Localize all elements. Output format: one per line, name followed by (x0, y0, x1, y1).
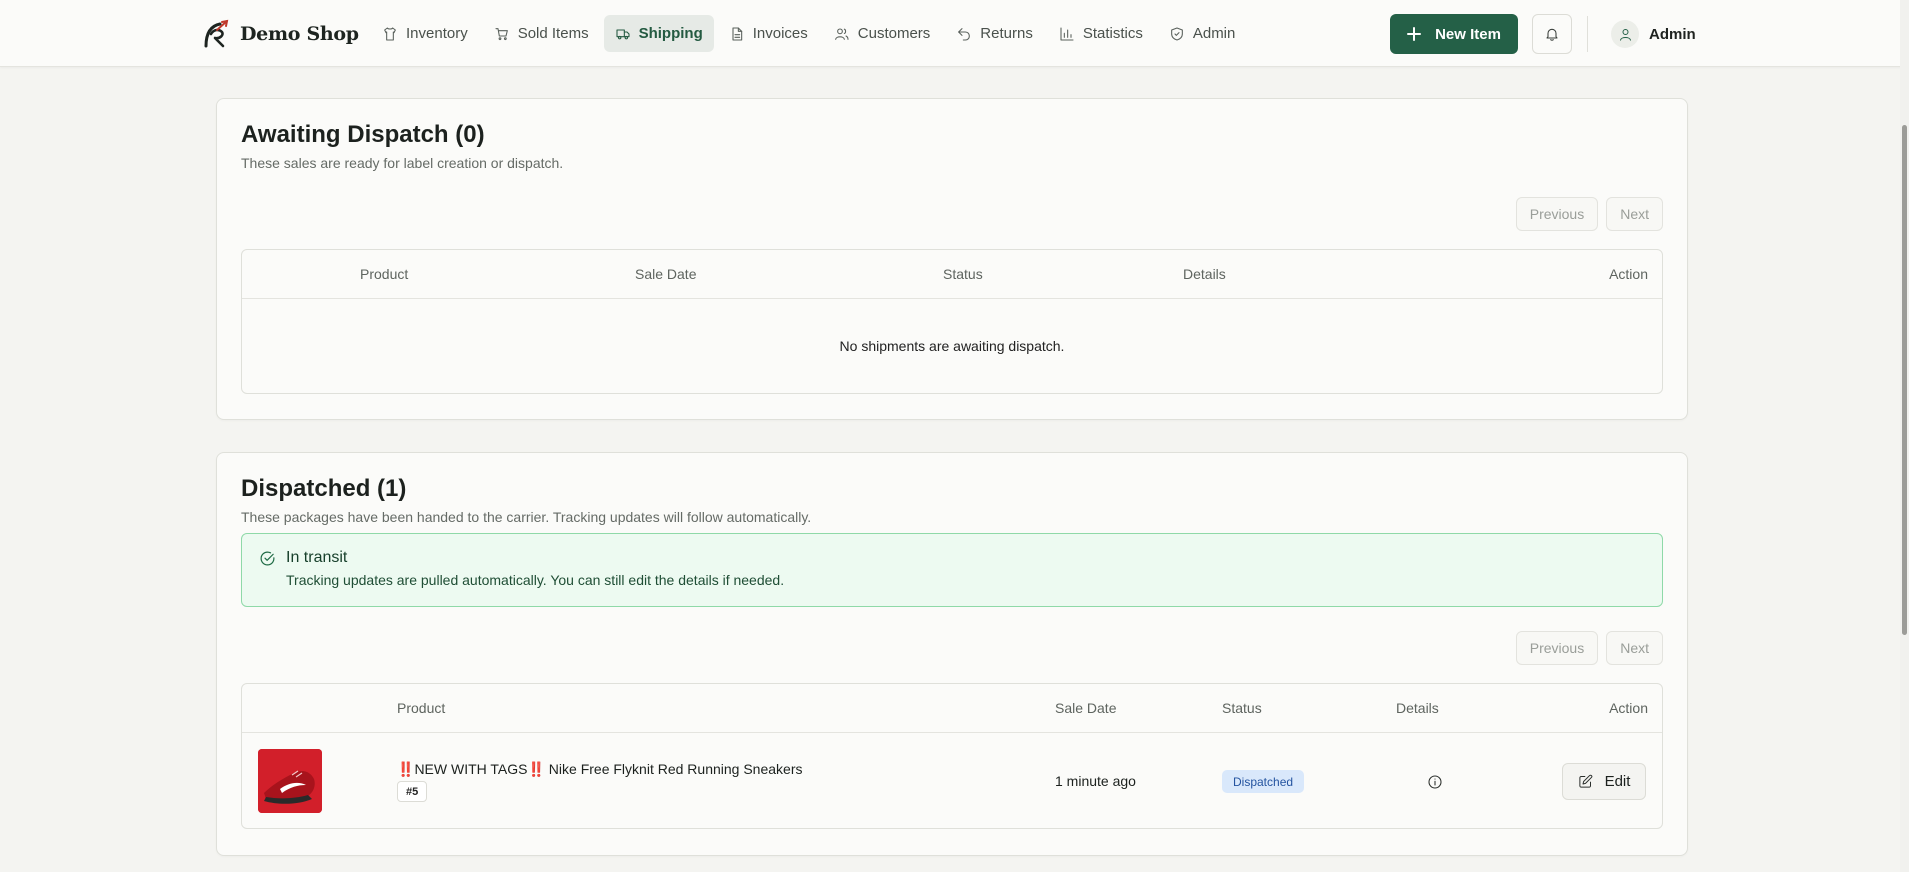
check-circle-icon (259, 550, 276, 567)
product-title-rest: Nike Free Flyknit Red Running Sneakers (544, 761, 803, 777)
next-page-button[interactable]: Next (1606, 631, 1663, 665)
avatar (1611, 20, 1639, 48)
column-header-details: Details (1183, 266, 1226, 282)
awaiting-dispatch-title: Awaiting Dispatch (0) (241, 121, 485, 148)
awaiting-dispatch-card: Awaiting Dispatch (0) These sales are re… (216, 98, 1688, 420)
column-header-sale-date: Sale Date (1055, 700, 1117, 716)
logo-icon (204, 19, 229, 48)
sale-date: 1 minute ago (1055, 773, 1136, 789)
brand[interactable]: Demo Shop (200, 18, 359, 50)
awaiting-pagination: Previous Next (1515, 197, 1663, 231)
nav-item-label: Sold Items (517, 25, 589, 42)
nav-item-label: Invoices (752, 25, 808, 42)
nav-item-label: Inventory (406, 25, 468, 42)
new-item-label: New Item (1435, 25, 1501, 43)
user-name: Admin (1649, 25, 1696, 43)
previous-page-button[interactable]: Previous (1515, 197, 1599, 231)
alert-title: In transit (286, 549, 348, 566)
empty-state-message: No shipments are awaiting dispatch. (839, 338, 1065, 354)
status-badge: Dispatched (1222, 770, 1305, 793)
scrollbar-thumb[interactable] (1902, 125, 1907, 635)
nav-item-label: Customers (857, 25, 931, 42)
nav-item-label: Admin (1192, 25, 1236, 42)
undo-icon (958, 27, 971, 41)
product-title[interactable]: ‼️NEW WITH TAGS‼️ Nike Free Flyknit Red … (397, 761, 802, 778)
table-header: Product Sale Date Status Details Action (242, 684, 1662, 733)
dispatched-title: Dispatched (1) (241, 475, 407, 502)
edit-label: Edit (1604, 773, 1631, 790)
info-icon[interactable] (1427, 774, 1443, 790)
product-thumbnail[interactable] (258, 749, 322, 813)
bell-icon (1546, 28, 1558, 41)
table-header: Product Sale Date Status Details Action (242, 250, 1662, 299)
column-header-details: Details (1396, 700, 1439, 716)
column-header-action: Action (1609, 266, 1648, 282)
dispatched-pagination: Previous Next (1515, 631, 1663, 665)
dispatched-subtitle: These packages have been handed to the c… (241, 509, 812, 525)
nav-item-admin[interactable]: Admin (1158, 15, 1247, 52)
truck-icon (616, 28, 630, 39)
table-row[interactable]: ‼️NEW WITH TAGS‼️ Nike Free Flyknit Red … (242, 733, 1662, 813)
shirt-icon (384, 26, 396, 41)
bar-chart-icon (1060, 26, 1074, 41)
column-header-product: Product (397, 700, 446, 716)
nav-item-invoices[interactable]: Invoices (718, 15, 819, 52)
edit-button[interactable]: Edit (1562, 763, 1646, 800)
shield-icon (1170, 26, 1183, 41)
new-item-button[interactable]: New Item (1390, 14, 1518, 54)
edit-icon (1578, 774, 1592, 788)
nav-item-returns[interactable]: Returns (945, 15, 1044, 52)
notifications-button[interactable] (1532, 14, 1572, 54)
cart-icon (495, 27, 508, 40)
nav-item-shipping[interactable]: Shipping (603, 15, 714, 52)
column-header-status: Status (943, 266, 983, 282)
awaiting-dispatch-subtitle: These sales are ready for label creation… (241, 155, 564, 171)
emoji-mid: ‼️ (527, 761, 545, 777)
dispatched-table: Product Sale Date Status Details Action … (241, 683, 1663, 829)
document-icon (732, 26, 742, 41)
nav-item-customers[interactable]: Customers (823, 15, 942, 52)
main-nav: Inventory Sold Items Shipping Invoices C… (371, 15, 1246, 52)
nav-item-statistics[interactable]: Statistics (1048, 15, 1154, 52)
user-icon (1619, 28, 1631, 41)
awaiting-dispatch-table: Product Sale Date Status Details Action … (241, 249, 1663, 394)
column-header-product: Product (360, 266, 409, 282)
sku-badge: #5 (397, 781, 428, 802)
column-header-action: Action (1609, 700, 1648, 716)
column-header-status: Status (1222, 700, 1262, 716)
alert-text: Tracking updates are pulled automaticall… (286, 572, 785, 588)
next-page-button[interactable]: Next (1606, 197, 1663, 231)
column-header-sale-date: Sale Date (635, 266, 697, 282)
dispatched-card: Dispatched (1) These packages have been … (216, 452, 1688, 856)
plus-icon (1407, 27, 1422, 41)
product-title-tag: NEW WITH TAGS (414, 761, 528, 777)
users-icon (834, 27, 849, 40)
emoji-prefix: ‼️ (397, 761, 415, 777)
previous-page-button[interactable]: Previous (1515, 631, 1599, 665)
user-menu[interactable]: Admin (1611, 18, 1696, 50)
header-divider (1587, 16, 1588, 52)
nav-item-label: Returns (980, 25, 1033, 42)
brand-name: Demo Shop (240, 23, 359, 45)
nav-item-inventory[interactable]: Inventory (371, 15, 479, 52)
sneaker-image (258, 749, 322, 813)
nav-item-label: Statistics (1082, 25, 1143, 42)
in-transit-alert: In transit Tracking updates are pulled a… (241, 533, 1663, 607)
top-navigation-bar: Demo Shop Inventory Sold Items Shipping … (0, 0, 1909, 67)
nav-item-label: Shipping (638, 25, 703, 42)
nav-item-sold-items[interactable]: Sold Items (483, 15, 600, 52)
